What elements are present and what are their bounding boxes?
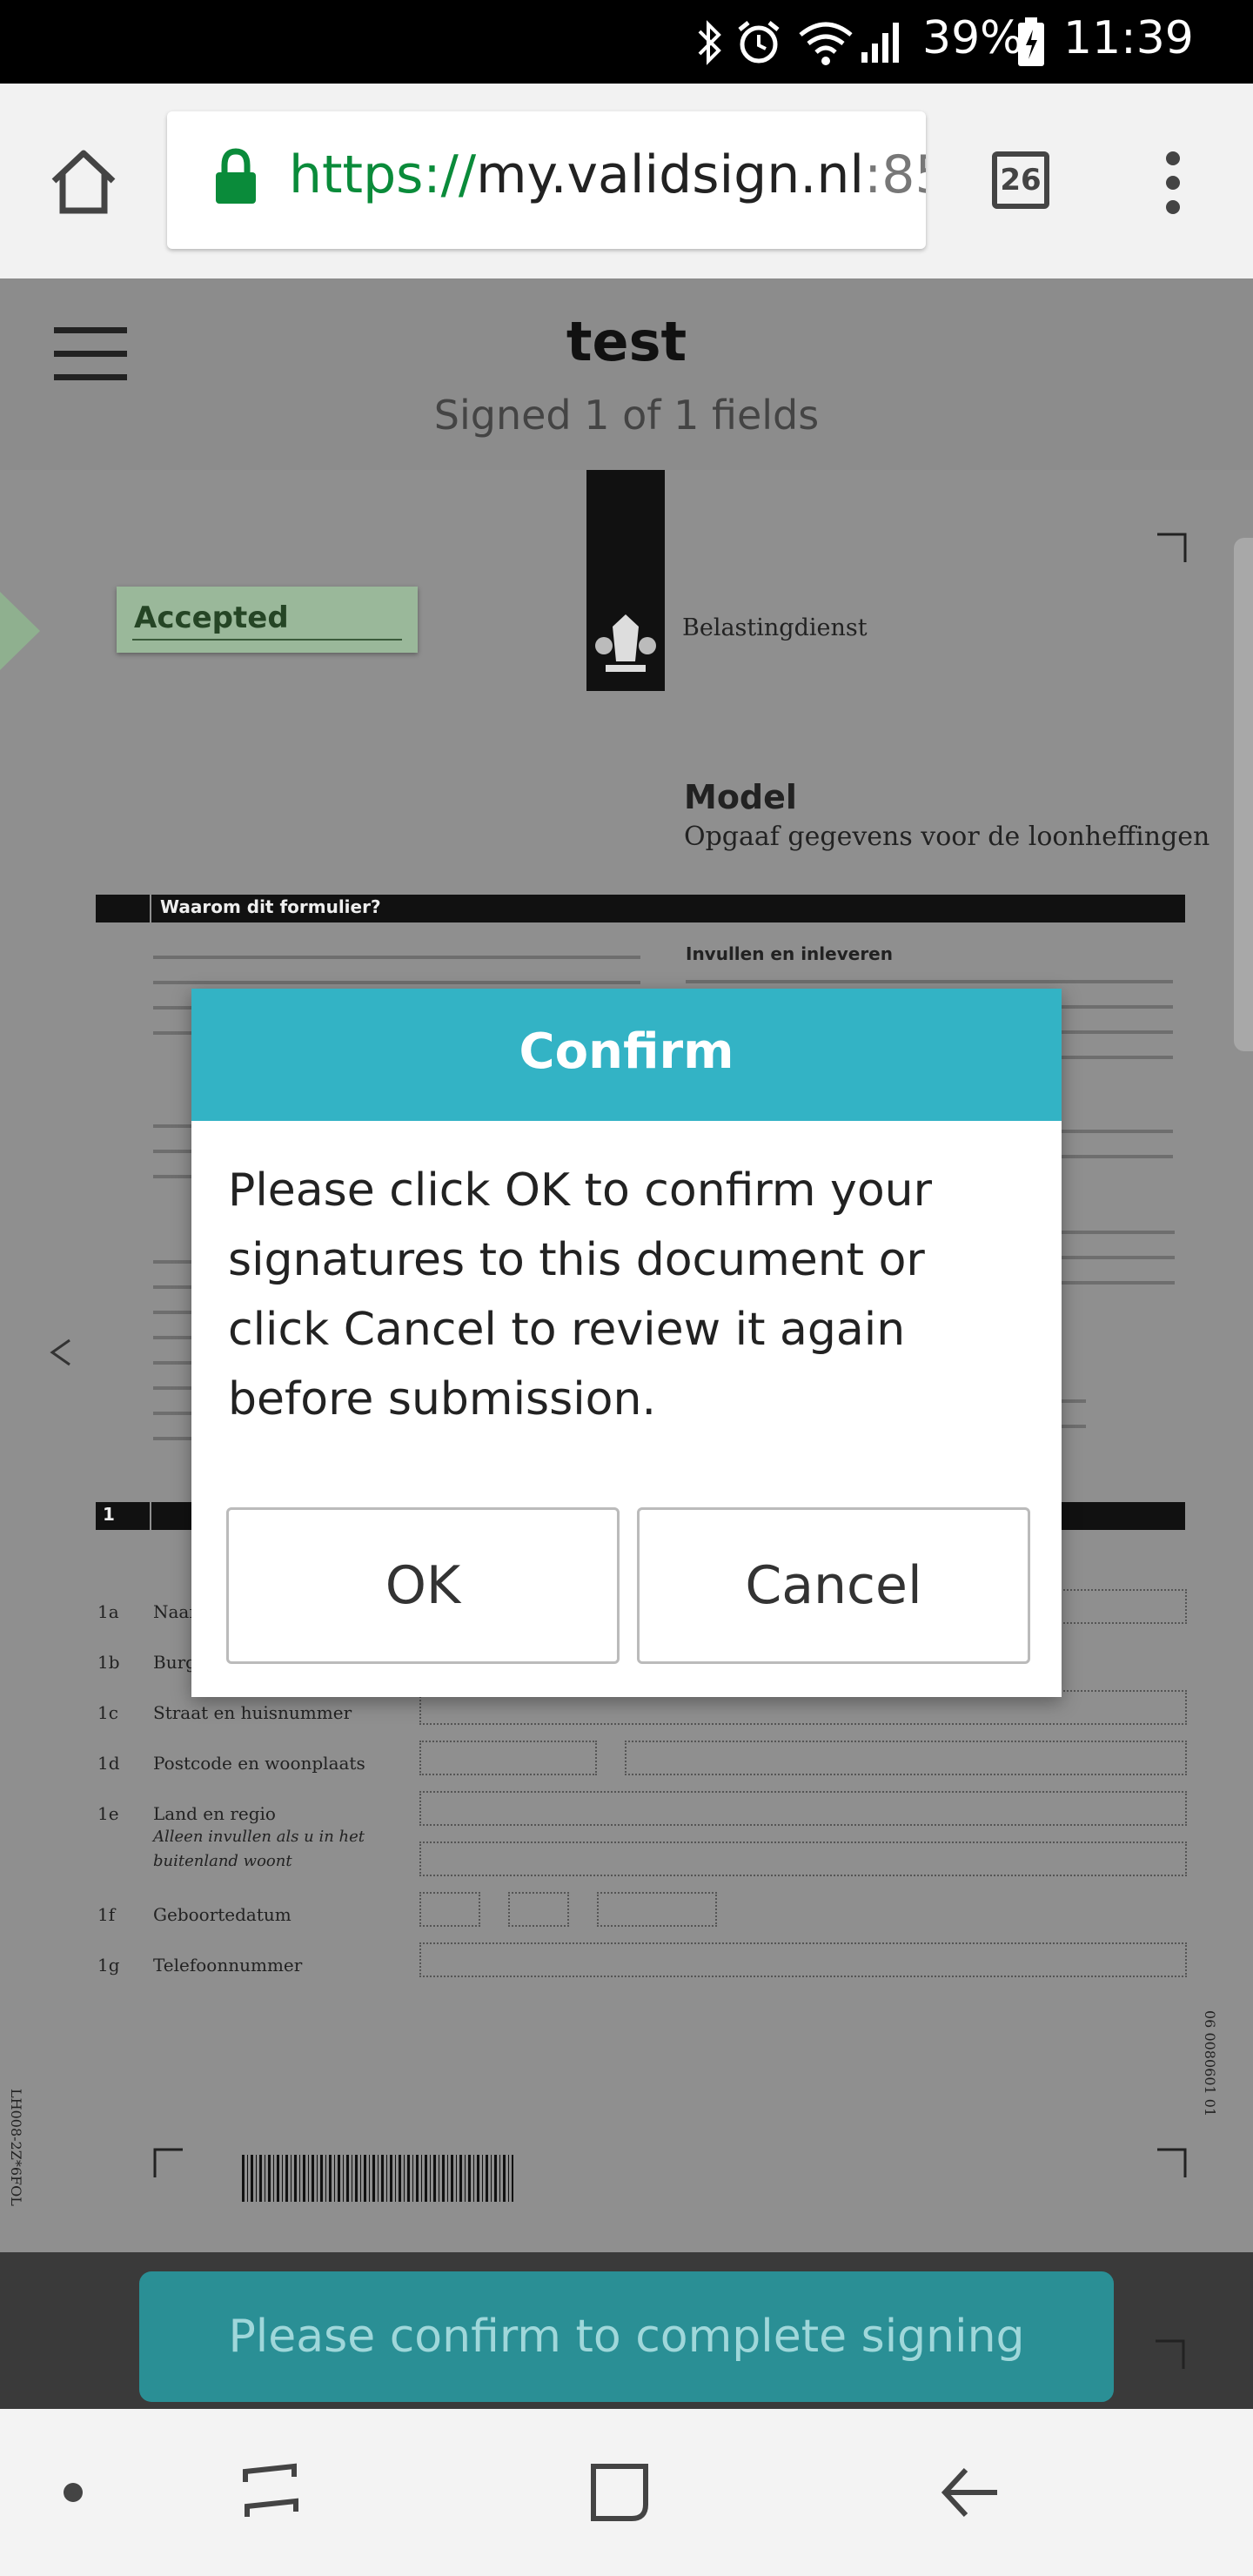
confirm-signing-button[interactable]: Please confirm to complete signing (139, 2271, 1114, 2402)
browser-toolbar: https://my.validsign.nl:85 26 (0, 84, 1253, 278)
date-day-field[interactable] (419, 1892, 480, 1927)
field-pointer-arrow (0, 592, 40, 670)
corner-mark (1157, 533, 1187, 562)
row-number: 1d (97, 1753, 120, 1774)
cancel-button[interactable]: Cancel (637, 1507, 1030, 1664)
android-nav-bar (0, 2409, 1253, 2576)
dialog-message: Please click OK to confirm your signatur… (228, 1164, 932, 1426)
bluetooth-icon (698, 20, 721, 65)
section1-number: 1 (103, 1504, 115, 1525)
corner-mark (153, 2148, 183, 2177)
dialog-title: Confirm (519, 1023, 734, 1080)
row-number: 1b (97, 1652, 120, 1673)
confirm-dialog: Confirm Please click OK to confirm your … (191, 989, 1062, 1697)
recent-apps-icon[interactable] (240, 2461, 301, 2522)
row-number: 1c (97, 1702, 118, 1723)
row-note: Alleen invullen als u in het (153, 1828, 365, 1846)
signing-progress: Signed 1 of 1 fields (433, 392, 820, 439)
model-title: Model (684, 778, 797, 816)
previous-page-chevron-icon[interactable] (47, 1337, 73, 1368)
ok-button[interactable]: OK (226, 1507, 620, 1664)
home-icon[interactable] (49, 148, 118, 218)
back-icon[interactable] (940, 2463, 1002, 2522)
app-header: test Signed 1 of 1 fields (0, 278, 1253, 470)
date-year-field[interactable] (597, 1892, 717, 1927)
model-subtitle: Opgaaf gegevens voor de loonheffingen (684, 822, 1210, 852)
address-bar[interactable]: https://my.validsign.nl:85 (167, 111, 926, 249)
tab-count: 26 (1000, 163, 1042, 198)
status-bar: 39% 11:39 (0, 0, 1253, 84)
dot-icon[interactable] (61, 2480, 85, 2505)
dialog-header: Confirm (191, 989, 1062, 1121)
row-label: Straat en huisnummer (153, 1702, 352, 1723)
row-number: 1f (97, 1904, 116, 1925)
right-column-heading: Invullen en inleveren (686, 943, 893, 964)
side-code-left: LH008-2Z*6FOL (8, 2089, 24, 2206)
signature-line (132, 639, 402, 641)
form-field[interactable] (419, 1741, 597, 1775)
document-title: test (566, 310, 687, 373)
row-label: Geboortedatum (153, 1904, 291, 1925)
more-options-icon[interactable] (1154, 150, 1192, 216)
row-number: 1g (97, 1955, 120, 1976)
lock-icon (216, 148, 256, 204)
battery-percent: 39% (922, 12, 1023, 64)
accepted-label: Accepted (134, 600, 289, 635)
home-nav-icon[interactable] (588, 2461, 651, 2524)
signal-icon (861, 23, 899, 63)
accepted-signature-field[interactable]: Accepted (117, 587, 418, 653)
bottom-action-bar: Please confirm to complete signing (0, 2252, 1253, 2409)
row-number: 1e (97, 1803, 119, 1824)
section-header-bar: Waarom dit formulier? (96, 895, 1185, 922)
row-label: Telefoonnummer (153, 1955, 303, 1976)
row-label: Postcode en woonplaats (153, 1753, 365, 1774)
url-text: https://my.validsign.nl:85 (289, 144, 926, 205)
form-field[interactable] (419, 1791, 1187, 1826)
form-field[interactable] (419, 1841, 1187, 1876)
clock: 11:39 (1063, 12, 1194, 64)
corner-mark (1157, 2148, 1187, 2177)
row-label: Land en regio (153, 1803, 276, 1824)
coat-of-arms-icon (595, 614, 656, 672)
wifi-icon (799, 22, 853, 65)
tab-switcher-button[interactable]: 26 (992, 151, 1049, 209)
row-note: buitenland woont (153, 1852, 292, 1870)
form-field[interactable] (625, 1741, 1187, 1775)
date-month-field[interactable] (508, 1892, 569, 1927)
brand-name: Belastingdienst (682, 614, 868, 641)
battery-icon (1018, 17, 1044, 66)
barcode (242, 2155, 513, 2202)
alarm-icon (738, 21, 780, 64)
side-code-right: 06 0080601 01 (1202, 2010, 1218, 2117)
form-field[interactable] (419, 1942, 1187, 1977)
corner-mark (1156, 2339, 1185, 2369)
section-header-title: Waarom dit formulier? (160, 896, 381, 917)
page-scroll-handle[interactable] (1234, 538, 1253, 1051)
row-number: 1a (97, 1601, 119, 1622)
